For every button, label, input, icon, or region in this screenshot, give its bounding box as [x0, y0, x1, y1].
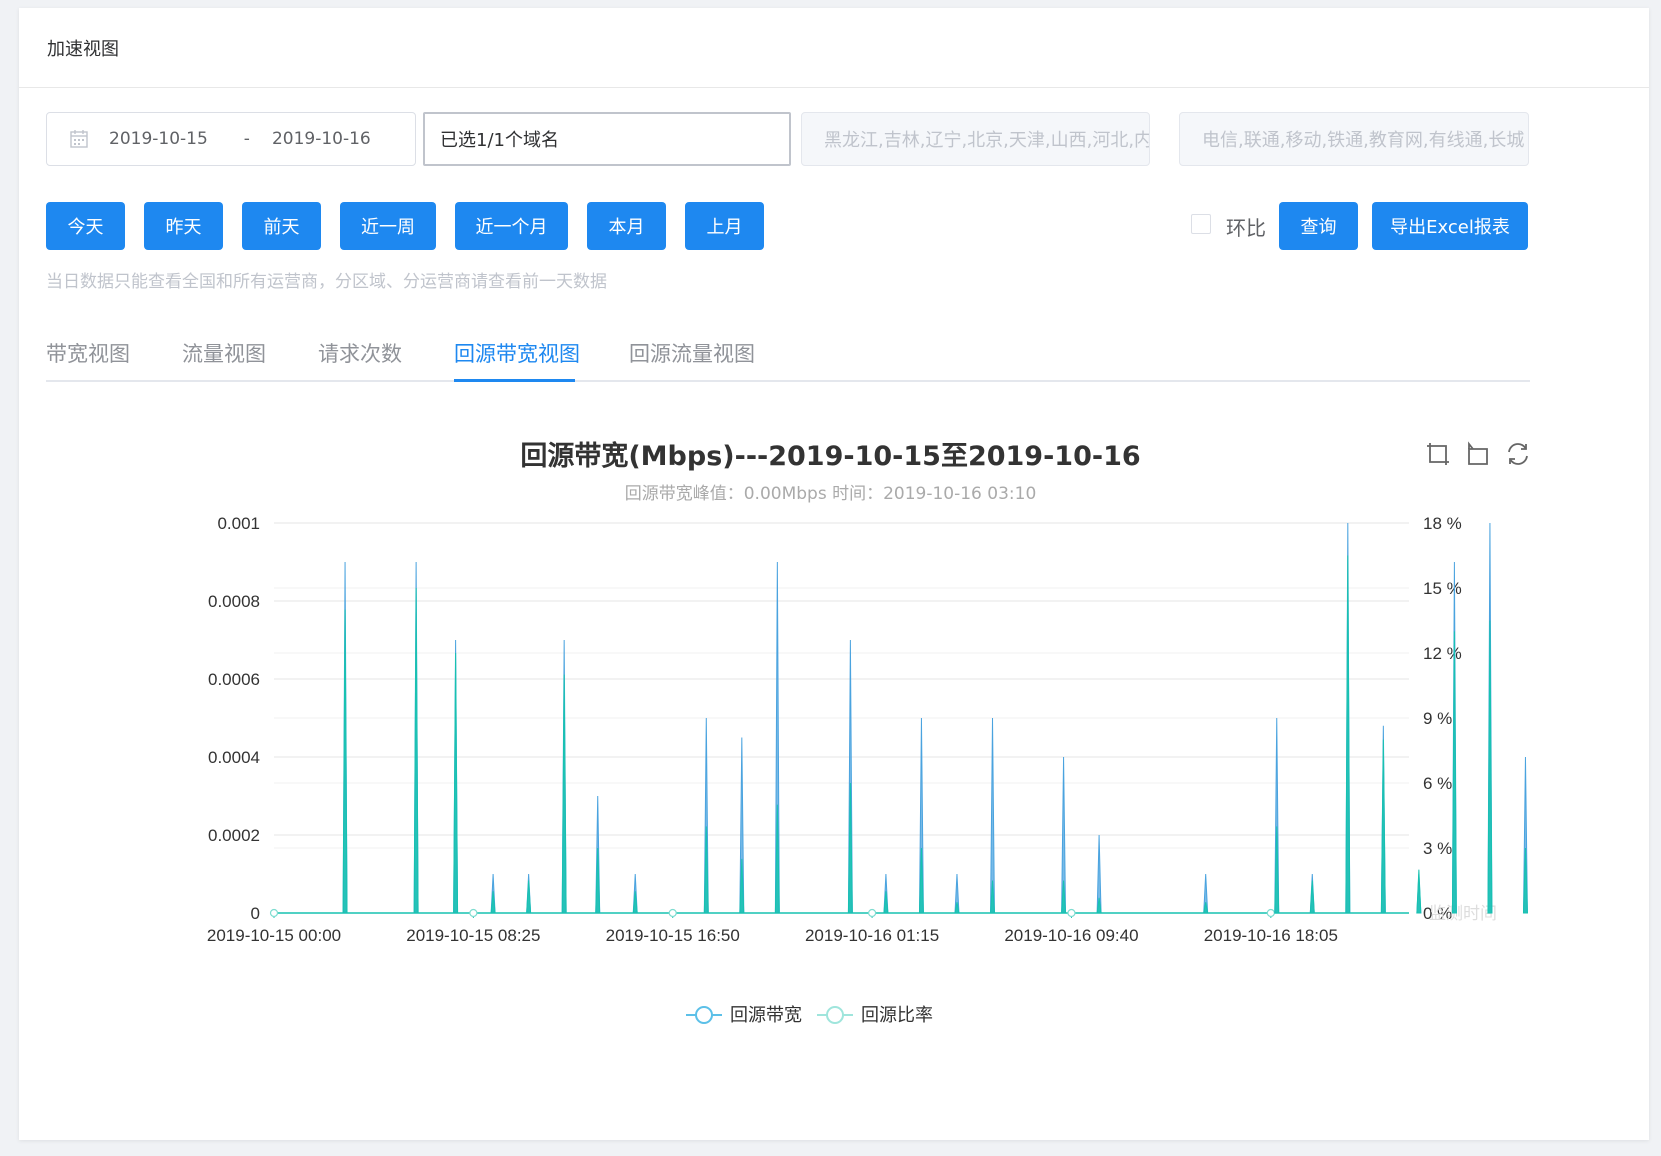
ratio-spike [1309, 880, 1315, 914]
origin-bandwidth-chart: 00.00020.00040.00060.00080.001 0 %3 %6 %… [207, 514, 1528, 1025]
x-tick-label: 2019-10-16 01:15 [805, 926, 939, 945]
x-tick-label: 2019-10-15 00:00 [207, 926, 341, 945]
chart-grid [274, 522, 1409, 914]
chart-legend: 回源带宽 回源比率 [686, 1005, 933, 1025]
ratio-spike [1451, 631, 1457, 914]
legend-ratio: 回源比率 [861, 1005, 933, 1025]
y-left-tick-label: 0.0008 [208, 592, 260, 611]
ratio-spike [1416, 869, 1422, 914]
y-right-tick-label: 3 % [1423, 839, 1452, 858]
y-right-tick-label: 12 % [1423, 644, 1462, 663]
ratio-spike [413, 587, 419, 914]
y-left-tick-label: 0.0006 [208, 670, 260, 689]
ratio-spike [526, 880, 532, 914]
legend-marker [695, 1006, 713, 1024]
ratio-spike [342, 609, 348, 914]
x-label-marker [867, 908, 877, 918]
x-tick-label: 2019-10-15 16:50 [606, 926, 740, 945]
legend-bandwidth: 回源带宽 [730, 1005, 802, 1025]
x-label-marker [668, 908, 677, 918]
ratio-spike [1380, 739, 1386, 914]
y-left-tick-label: 0.0004 [208, 748, 260, 767]
ratio-spike [1487, 620, 1493, 914]
y-right-tick-label: 6 % [1423, 774, 1452, 793]
x-axis-name: 监测时间 [1429, 904, 1497, 923]
y-right-tick-label: 18 % [1423, 514, 1462, 533]
ratio-spike [453, 652, 459, 914]
ratio-spike [1345, 555, 1351, 914]
y-right-tick-label: 9 % [1423, 709, 1452, 728]
x-label-marker [1266, 908, 1275, 918]
legend-marker [826, 1006, 844, 1024]
y-left-tick-label: 0.001 [217, 514, 260, 533]
y-left-tick-label: 0.0002 [208, 826, 260, 845]
y-left-tick-label: 0 [251, 904, 260, 923]
x-label-marker [469, 908, 478, 918]
y-right-tick-label: 15 % [1423, 579, 1462, 598]
x-label-marker [269, 908, 279, 918]
x-tick-label: 2019-10-15 08:25 [406, 926, 540, 945]
x-label-marker [1067, 908, 1076, 918]
ratio-spike [561, 674, 567, 914]
x-tick-label: 2019-10-16 18:05 [1204, 926, 1338, 945]
x-tick-label: 2019-10-16 09:40 [1004, 926, 1138, 945]
y-axis-left: 0 0.0002 0.0004 0.0006 0.0008 0.001 [208, 514, 260, 923]
